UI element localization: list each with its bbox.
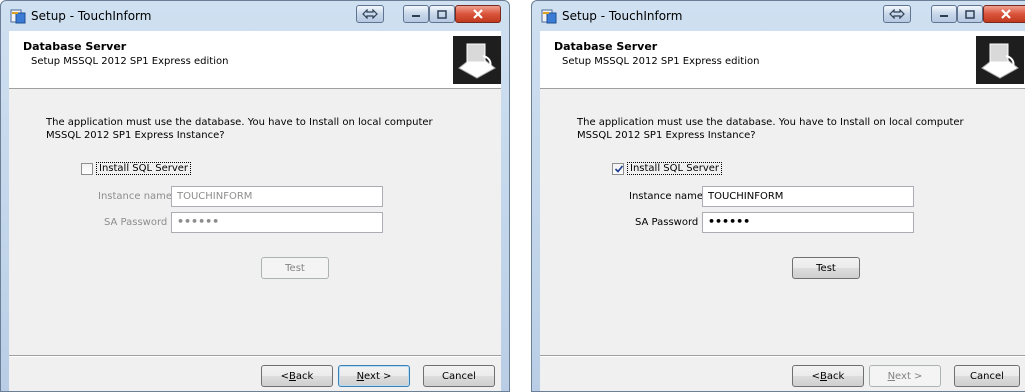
next-button[interactable]: Next >	[338, 365, 410, 387]
restore-icon[interactable]	[883, 5, 911, 23]
window-title: Setup - TouchInform	[31, 9, 152, 23]
checkmark-icon	[614, 164, 624, 173]
setup-window-2: Setup - TouchInform Database Server Setu…	[531, 0, 1025, 392]
footer-divider	[9, 355, 501, 356]
instance-name-input[interactable]: TOUCHINFORM	[702, 186, 914, 207]
sa-password-input[interactable]: ••••••	[171, 212, 383, 233]
install-sql-server-checkbox[interactable]	[81, 162, 93, 175]
instance-name-label: Instance name	[98, 191, 173, 202]
wizard-client-area: Database Server Setup MSSQL 2012 SP1 Exp…	[9, 31, 501, 391]
install-sql-server-row[interactable]: Install SQL Server	[612, 162, 723, 175]
instance-name-label: Instance name	[629, 191, 704, 202]
install-sql-server-label[interactable]: Install SQL Server	[627, 162, 723, 175]
wizard-client-area: Database Server Setup MSSQL 2012 SP1 Exp…	[540, 31, 1025, 391]
instance-name-input[interactable]: TOUCHINFORM	[171, 186, 383, 207]
back-button[interactable]: < Back	[792, 365, 864, 387]
install-sql-server-checkbox[interactable]	[612, 162, 624, 175]
setup-wizard-logo-icon	[453, 36, 501, 84]
maximize-icon[interactable]	[429, 5, 455, 23]
install-sql-server-label[interactable]: Install SQL Server	[96, 162, 192, 175]
page-title: Database Server	[23, 40, 127, 53]
install-sql-server-row[interactable]: Install SQL Server	[81, 162, 192, 175]
wizard-header: Database Server Setup MSSQL 2012 SP1 Exp…	[9, 31, 501, 89]
footer-divider	[540, 355, 1025, 356]
close-icon[interactable]	[455, 5, 501, 23]
maximize-icon[interactable]	[957, 5, 983, 23]
sa-password-label: SA Password	[104, 217, 168, 228]
page-title: Database Server	[554, 40, 658, 53]
close-icon[interactable]	[983, 5, 1025, 23]
cancel-button[interactable]: Cancel	[954, 365, 1020, 387]
window-title: Setup - TouchInform	[562, 9, 683, 23]
setup-wizard-logo-icon	[976, 36, 1024, 84]
setup-window-1: Setup - TouchInform Database Server Setu…	[0, 0, 510, 392]
sa-password-label: SA Password	[635, 217, 699, 228]
test-button[interactable]: Test	[792, 257, 860, 279]
title-bar[interactable]: Setup - TouchInform	[1, 1, 509, 31]
page-subtitle: Setup MSSQL 2012 SP1 Express edition	[562, 56, 760, 67]
description-text: The application must use the database. Y…	[46, 117, 433, 141]
page-subtitle: Setup MSSQL 2012 SP1 Express edition	[31, 56, 229, 67]
title-bar[interactable]: Setup - TouchInform	[532, 1, 1025, 31]
minimize-icon[interactable]	[403, 5, 429, 23]
setup-app-icon	[10, 9, 26, 24]
cancel-button[interactable]: Cancel	[423, 365, 495, 387]
back-button[interactable]: < Back	[261, 365, 333, 387]
setup-app-icon	[541, 9, 557, 24]
minimize-icon[interactable]	[931, 5, 957, 23]
wizard-header: Database Server Setup MSSQL 2012 SP1 Exp…	[540, 31, 1025, 89]
sa-password-input[interactable]: ••••••	[702, 212, 914, 233]
next-button[interactable]: Next >	[869, 365, 941, 387]
test-button[interactable]: Test	[261, 257, 329, 279]
restore-icon[interactable]	[356, 5, 384, 23]
description-text: The application must use the database. Y…	[577, 117, 964, 141]
